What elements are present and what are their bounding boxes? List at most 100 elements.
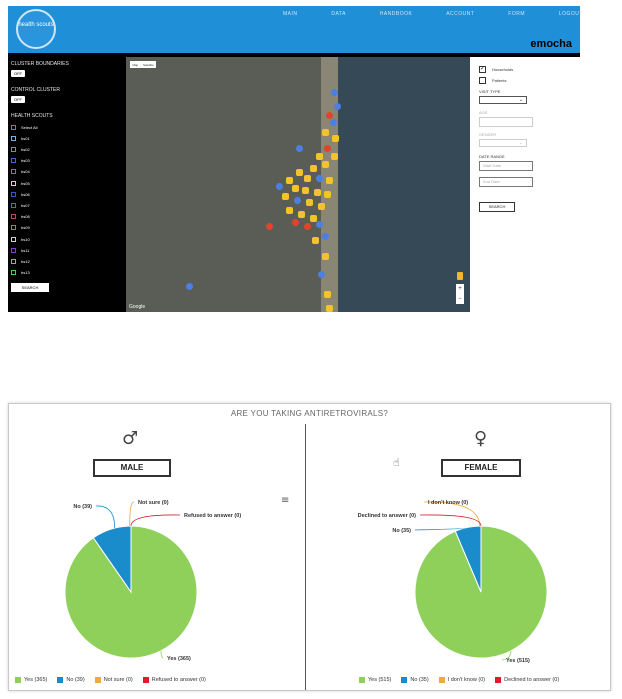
scout-checkbox[interactable] [11,236,16,242]
legend-item[interactable]: I don't know (0) [438,677,485,683]
map-marker[interactable] [326,112,333,119]
nav-handbook[interactable]: HANDBOOK [380,11,413,17]
households-checkbox-row[interactable]: ✓ Households [479,66,513,73]
scout-item-hs13[interactable]: hs13 [11,269,30,277]
map-marker[interactable] [296,145,303,152]
households-checkbox[interactable]: ✓ [479,66,486,73]
map-marker[interactable] [316,175,323,182]
legend-item[interactable]: Declined to answer (0) [495,677,559,683]
map-marker[interactable] [286,177,293,184]
map-type-map[interactable]: Map [132,63,138,67]
nav-data[interactable]: DATA [331,11,346,17]
scout-item-hs10[interactable]: hs10 [11,235,30,243]
scout-item-hs03[interactable]: hs03 [11,157,30,165]
health-scouts-logo[interactable]: health scouts [16,9,56,49]
map-marker[interactable] [326,177,333,184]
age-input[interactable] [479,117,533,127]
map-marker[interactable] [318,271,325,278]
start-date-input[interactable]: Start Date [479,161,533,171]
map-type-satellite[interactable]: Satellite [143,63,154,67]
scout-item-hs09[interactable]: hs09 [11,224,30,232]
scout-item-select-all[interactable]: Select All [11,123,37,131]
map-marker[interactable] [334,103,341,110]
map-marker[interactable] [286,207,293,214]
map-marker[interactable] [332,135,339,142]
scout-item-hs01[interactable]: hs01 [11,134,30,142]
scout-checkbox[interactable] [11,270,16,276]
scout-item-hs05[interactable]: hs05 [11,179,30,187]
scout-checkbox[interactable] [11,214,16,220]
map-marker[interactable] [330,119,337,126]
nav-logout[interactable]: LOGOUT [559,11,583,17]
scout-checkbox[interactable] [11,180,16,186]
map-marker[interactable] [298,211,305,218]
legend-item[interactable]: Refused to answer (0) [142,677,206,683]
legend-item[interactable]: No (35) [401,677,429,683]
map-marker[interactable] [331,89,338,96]
scout-checkbox[interactable] [11,191,16,197]
map-marker[interactable] [310,215,317,222]
map-marker[interactable] [316,221,323,228]
map-marker[interactable] [314,189,321,196]
map-marker[interactable] [276,183,283,190]
nav-account[interactable]: ACCOUNT [446,11,474,17]
scout-item-hs08[interactable]: hs08 [11,213,30,221]
map-marker[interactable] [322,129,329,136]
map-marker[interactable] [296,169,303,176]
zoom-in-button[interactable]: + [456,284,464,294]
sidebar-search-button[interactable]: SEARCH [11,283,49,292]
cluster-boundaries-toggle[interactable]: OFF [11,70,25,77]
map-marker[interactable] [294,197,301,204]
scout-item-hs04[interactable]: hs04 [11,168,30,176]
scout-checkbox[interactable] [11,169,16,175]
legend-item[interactable]: Yes (365) [15,677,47,683]
map-marker[interactable] [304,175,311,182]
patients-checkbox-row[interactable]: Patients [479,77,506,84]
scout-checkbox[interactable] [11,135,16,141]
map-marker[interactable] [331,153,338,160]
map-marker[interactable] [310,165,317,172]
gender-select[interactable]: ⌄ [479,139,527,147]
nav-main[interactable]: MAIN [283,11,298,17]
scout-item-hs07[interactable]: hs07 [11,201,30,209]
control-cluster-toggle[interactable]: OFF [11,96,25,103]
patients-checkbox[interactable] [479,77,486,84]
map-marker[interactable] [302,187,309,194]
legend-item[interactable]: No (39) [57,677,85,683]
scout-item-hs12[interactable]: hs12 [11,257,30,265]
scout-item-hs11[interactable]: hs11 [11,246,29,254]
legend-item[interactable]: Yes (515) [359,677,391,683]
scout-checkbox[interactable] [11,124,16,130]
map-marker[interactable] [292,219,299,226]
pegman-icon[interactable] [457,272,463,280]
zoom-out-button[interactable]: − [456,294,464,304]
map-marker[interactable] [322,233,329,240]
scout-checkbox[interactable] [11,247,16,253]
map-marker[interactable] [292,185,299,192]
map-marker[interactable] [318,203,325,210]
scout-checkbox[interactable] [11,258,16,264]
filter-search-button[interactable]: SEARCH [479,202,515,212]
map-marker[interactable] [186,283,193,290]
scout-item-hs06[interactable]: hs06 [11,190,30,198]
map-marker[interactable] [326,305,333,312]
map-marker[interactable] [312,237,319,244]
legend-item[interactable]: Not sure (0) [94,677,133,683]
map-marker[interactable] [266,223,273,230]
scout-checkbox[interactable] [11,146,16,152]
scout-checkbox[interactable] [11,202,16,208]
scout-checkbox[interactable] [11,158,16,164]
map-marker[interactable] [324,191,331,198]
satellite-map[interactable]: Map Satellite + − Google [126,57,470,312]
map-marker[interactable] [322,161,329,168]
scout-item-hs02[interactable]: hs02 [11,145,30,153]
map-marker[interactable] [316,153,323,160]
nav-form[interactable]: FORM [508,11,525,17]
map-marker[interactable] [324,145,331,152]
map-marker[interactable] [324,291,331,298]
map-marker[interactable] [306,199,313,206]
map-marker[interactable] [322,253,329,260]
scout-checkbox[interactable] [11,225,16,231]
map-marker[interactable] [282,193,289,200]
end-date-input[interactable]: End Date [479,177,533,187]
